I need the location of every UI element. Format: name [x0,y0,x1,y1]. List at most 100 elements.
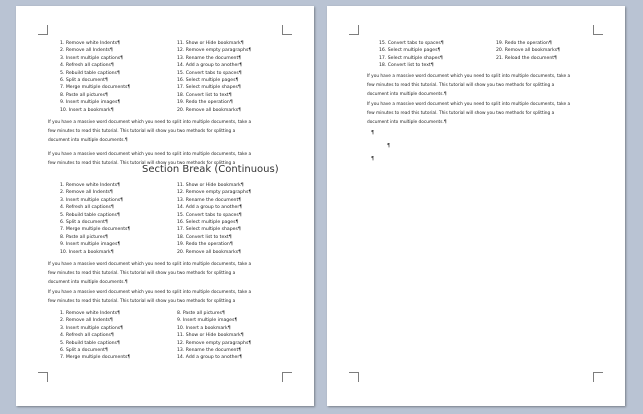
document-page-2[interactable]: 15. Convert tabs to spaces¶ 16. Select m… [327,6,625,406]
list-item: 8. Paste all pictures¶ [177,311,225,316]
bullet-list-1: 1. Remove white Indents¶ 2. Remove all I… [60,40,251,114]
body-paragraph: If you have a massive word document whic… [48,118,251,145]
list-item: 4. Refresh all captions¶ [60,333,114,339]
list-item: 2. Remove all Indents¶ [60,190,113,196]
bullet-list-continued: 15. Convert tabs to spaces¶ 16. Select m… [379,40,560,70]
list-item: 17. Select multiple shapes¶ [379,55,443,61]
margin-corner-top-left [349,25,359,35]
list-item: 10. Insert a bookmark¶ [60,107,114,113]
list-item: 12. Remove empty paragraphs¶ [177,190,252,196]
list-item: 8. Paste all pictures¶ [60,92,108,98]
list-item: 14. Add a group to another¶ [177,63,243,69]
margin-corner-top-right [282,25,292,35]
margin-corner-bottom-right [282,372,292,382]
paragraph-line: document into multiple documents.¶ [367,92,447,97]
paragraph-line: few minutes to read this tutorial. This … [48,299,236,304]
margin-corner-bottom-left [349,372,359,382]
list-item: 20. Remove all bookmarks¶ [177,107,242,113]
list-item: 1. Remove white Indents¶ [60,183,121,188]
list-item: 12. Remove empty paragraphs¶ [177,340,252,346]
list-item: 8. Paste all pictures¶ [60,234,108,240]
list-item: 19. Redo the operation¶ [177,242,233,248]
list-item: 11. Show or Hide bookmark¶ [177,183,244,188]
margin-corner-top-left [38,25,48,35]
paragraph-line: few minutes to read this tutorial. This … [367,111,555,116]
list-item: 7. Merge multiple documents¶ [60,227,131,233]
list-item: 15. Convert tabs to spaces¶ [177,212,242,218]
list-item: 7. Merge multiple documents¶ [60,355,131,361]
list-item: 3. Insert multiple captions¶ [60,325,124,331]
list-item: 9. Insert multiple images¶ [177,318,238,324]
body-paragraph: If you have a massive word document whic… [48,288,251,306]
paragraph-line: document into multiple documents.¶ [48,138,128,143]
list-item: 2. Remove all Indents¶ [60,48,113,54]
body-paragraph: If you have a massive word document whic… [367,100,570,127]
list-item: 16. Select multiple pages¶ [177,220,239,226]
list-item: 2. Remove all Indents¶ [60,318,113,324]
list-item: 15. Convert tabs to spaces¶ [177,70,242,76]
paragraph-line: If you have a massive word document whic… [48,152,252,157]
list-item: 18. Convert list to text¶ [177,92,232,98]
list-item: 18. Convert list to text¶ [379,63,434,69]
list-item: 5. Rebuild table captions¶ [60,212,120,218]
paragraph-line: document into multiple documents.¶ [367,120,447,125]
list-item: 19. Redo the operation¶ [496,41,552,46]
list-item: 10. Insert a bookmark¶ [60,249,114,255]
list-item: 13. Rename the document¶ [177,197,242,203]
paragraph-line: If you have a massive word document whic… [367,102,571,107]
list-item: 17. Select multiple shapes¶ [177,227,241,233]
list-item: 9. Insert multiple images¶ [60,242,121,248]
list-column-right: 11. Show or Hide bookmark¶ 12. Remove em… [177,40,251,114]
list-item: 5. Rebuild table captions¶ [60,70,120,76]
empty-paragraph-mark: ¶ [387,143,391,149]
paragraph-line: If you have a massive word document whic… [48,262,252,267]
document-page-1[interactable]: 1. Remove white Indents¶ 2. Remove all I… [16,6,314,406]
list-item: 12. Remove empty paragraphs¶ [177,48,252,54]
empty-paragraph-mark: ¶ [371,156,375,162]
margin-corner-bottom-right [593,372,603,382]
list-item: 9. Insert multiple images¶ [60,100,121,106]
paragraph-line: few minutes to read this tutorial. This … [48,271,236,276]
list-item: 11. Show or Hide bookmark¶ [177,333,244,339]
list-column-right: 8. Paste all pictures¶ 9. Insert multipl… [177,310,251,362]
paragraph-line: few minutes to read this tutorial. This … [48,129,236,134]
list-item: 10. Insert a bookmark¶ [177,325,231,331]
list-item: 18. Convert list to text¶ [177,234,232,240]
bullet-list-3: 1. Remove white Indents¶ 2. Remove all I… [60,310,251,362]
list-item: 15. Convert tabs to spaces¶ [379,41,444,46]
list-item: 20. Remove all bookmarks¶ [496,48,561,54]
list-item: 3. Insert multiple captions¶ [60,55,124,61]
list-item: 3. Insert multiple captions¶ [60,197,124,203]
list-item: 11. Show or Hide bookmark¶ [177,41,244,46]
list-column-left: 15. Convert tabs to spaces¶ 16. Select m… [379,40,496,70]
list-column-right: 19. Redo the operation¶ 20. Remove all b… [496,40,560,70]
paragraph-line: If you have a massive word document whic… [48,290,252,295]
list-item: 13. Rename the document¶ [177,348,242,354]
paragraph-line: If you have a massive word document whic… [367,74,571,79]
list-item: 13. Rename the document¶ [177,55,242,61]
section-break-marker: Section Break (Continuous) [142,164,279,175]
margin-corner-bottom-left [38,372,48,382]
list-item: 4. Refresh all captions¶ [60,205,114,211]
empty-paragraph-mark: ¶ [371,130,375,136]
paragraph-line: If you have a massive word document whic… [48,120,252,125]
list-column-left: 1. Remove white Indents¶ 2. Remove all I… [60,310,177,362]
list-item: 6. Split a document¶ [60,348,108,354]
list-item: 14. Add a group to another¶ [177,205,243,211]
list-column-left: 1. Remove white Indents¶ 2. Remove all I… [60,182,177,256]
margin-corner-top-right [593,25,603,35]
list-item: 16. Select multiple pages¶ [379,48,441,54]
list-item: 6. Split a document¶ [60,78,108,84]
list-item: 16. Select multiple pages¶ [177,78,239,84]
list-item: 1. Remove white Indents¶ [60,41,121,46]
list-item: 21. Reload the document¶ [496,55,557,61]
bullet-list-2: 1. Remove white Indents¶ 2. Remove all I… [60,182,251,256]
list-item: 19. Redo the operation¶ [177,100,233,106]
list-item: 7. Merge multiple documents¶ [60,85,131,91]
paragraph-line: document into multiple documents.¶ [48,280,128,285]
list-column-right: 11. Show or Hide bookmark¶ 12. Remove em… [177,182,251,256]
body-paragraph: If you have a massive word document whic… [367,72,570,99]
list-item: 17. Select multiple shapes¶ [177,85,241,91]
list-item: 20. Remove all bookmarks¶ [177,249,242,255]
paragraph-line: few minutes to read this tutorial. This … [367,83,555,88]
